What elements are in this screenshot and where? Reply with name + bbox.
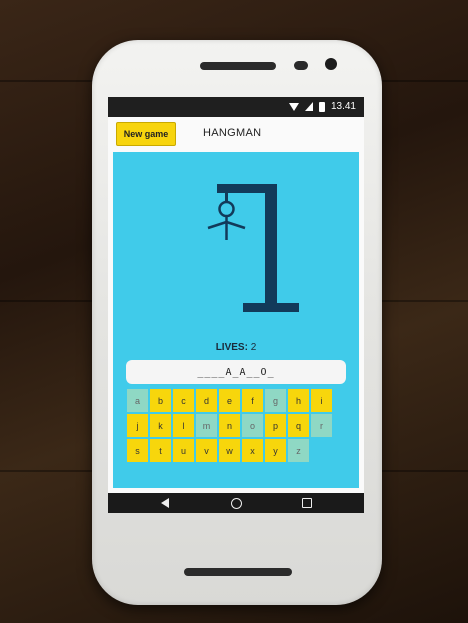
letter-key-p[interactable]: p (265, 414, 286, 437)
stickman-right-arm (226, 220, 246, 230)
front-camera (325, 58, 337, 70)
keyboard-row: abcdefghi (127, 389, 337, 412)
letter-key-e[interactable]: e (219, 389, 240, 412)
letter-key-a: a (127, 389, 148, 412)
gallows-base (243, 303, 299, 312)
recent-apps-button[interactable] (292, 493, 322, 513)
gallows-post (265, 184, 277, 310)
letter-key-v[interactable]: v (196, 439, 217, 462)
battery-icon (318, 101, 325, 112)
phone-screen: 13.41 New game HANGMAN LIVES: 2 ____A_A_… (108, 97, 364, 513)
phone-body: 13.41 New game HANGMAN LIVES: 2 ____A_A_… (92, 40, 382, 605)
letter-key-z: z (288, 439, 309, 462)
letter-key-j[interactable]: j (127, 414, 148, 437)
letter-key-c[interactable]: c (173, 389, 194, 412)
letter-key-q[interactable]: q (288, 414, 309, 437)
letter-key-t[interactable]: t (150, 439, 171, 462)
lives-label: LIVES: (215, 342, 248, 353)
app-bar: New game HANGMAN (108, 117, 364, 149)
letter-key-h[interactable]: h (288, 389, 309, 412)
home-icon (230, 497, 242, 509)
letter-keyboard: abcdefghijklmnopqrstuvwxyz (127, 389, 337, 464)
keyboard-row: jklmnopqr (127, 414, 337, 437)
letter-key-b[interactable]: b (150, 389, 171, 412)
app-title: HANGMAN (203, 127, 262, 139)
bottom-speaker (184, 568, 292, 576)
letter-key-i[interactable]: i (311, 389, 332, 412)
game-area: LIVES: 2 ____A_A__O_ abcdefghijklmnopqrs… (113, 152, 359, 488)
signal-icon (304, 102, 313, 111)
lives-value: 2 (250, 342, 257, 353)
stickman-left-arm (207, 220, 227, 230)
status-bar: 13.41 (108, 97, 364, 117)
letter-key-o: o (242, 414, 263, 437)
letter-key-y[interactable]: y (265, 439, 286, 462)
lives-indicator: LIVES: 2 (113, 342, 359, 353)
gallows-rope (225, 193, 228, 202)
stickman-head (218, 200, 235, 218)
letter-key-r: r (311, 414, 332, 437)
earpiece-speaker (200, 62, 276, 70)
recent-apps-icon (302, 498, 312, 508)
letter-key-x[interactable]: x (242, 439, 263, 462)
back-button[interactable] (150, 493, 180, 513)
status-icons: 13.41 (288, 101, 356, 112)
letter-key-l[interactable]: l (173, 414, 194, 437)
home-button[interactable] (221, 493, 251, 513)
letter-key-k[interactable]: k (150, 414, 171, 437)
hangman-drawing (207, 184, 299, 312)
letter-key-u[interactable]: u (173, 439, 194, 462)
letter-key-d[interactable]: d (196, 389, 217, 412)
keyboard-row: stuvwxyz (127, 439, 337, 462)
proximity-sensor (294, 61, 308, 70)
letter-key-s[interactable]: s (127, 439, 148, 462)
new-game-button[interactable]: New game (116, 122, 176, 146)
word-display: ____A_A__O_ (126, 360, 346, 384)
wifi-icon (288, 102, 299, 111)
back-icon (161, 498, 169, 508)
letter-key-g: g (265, 389, 286, 412)
letter-key-m: m (196, 414, 217, 437)
letter-key-n[interactable]: n (219, 414, 240, 437)
letter-key-w[interactable]: w (219, 439, 240, 462)
android-nav-bar (108, 493, 364, 513)
status-time: 13.41 (330, 101, 356, 112)
letter-key-f[interactable]: f (242, 389, 263, 412)
